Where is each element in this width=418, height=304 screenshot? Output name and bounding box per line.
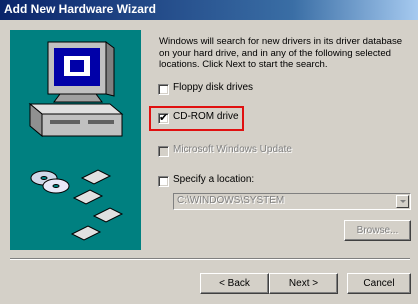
chevron-down-icon xyxy=(400,200,406,203)
location-value: C:\WINDOWS\SYSTEM xyxy=(177,195,285,206)
dropdown-button[interactable] xyxy=(396,195,409,208)
intro-text: Windows will search for new drivers in i… xyxy=(159,36,403,70)
specify-location-label[interactable]: Specify a location: xyxy=(173,174,254,185)
highlight-box xyxy=(149,106,244,131)
floppy-label[interactable]: Floppy disk drives xyxy=(173,82,253,93)
separator xyxy=(10,258,410,260)
windows-update-label[interactable]: Microsoft Windows Update xyxy=(173,144,292,155)
window-title: Add New Hardware Wizard xyxy=(4,2,156,16)
browse-button[interactable]: Browse... xyxy=(344,220,411,241)
title-bar[interactable]: Add New Hardware Wizard xyxy=(0,0,418,20)
floppy-checkbox[interactable] xyxy=(158,84,169,95)
specify-location-checkbox[interactable] xyxy=(158,176,169,187)
windows-update-checkbox[interactable] xyxy=(158,146,169,157)
location-combobox[interactable]: C:\WINDOWS\SYSTEM xyxy=(173,193,411,210)
computer-illustration-icon xyxy=(28,41,124,241)
cancel-button[interactable]: Cancel xyxy=(347,273,411,294)
wizard-window: Add New Hardware Wizard Windows will sea… xyxy=(0,0,418,304)
back-button[interactable]: < Back xyxy=(200,273,269,294)
wizard-illustration xyxy=(10,30,141,250)
next-button[interactable]: Next > xyxy=(269,273,338,294)
